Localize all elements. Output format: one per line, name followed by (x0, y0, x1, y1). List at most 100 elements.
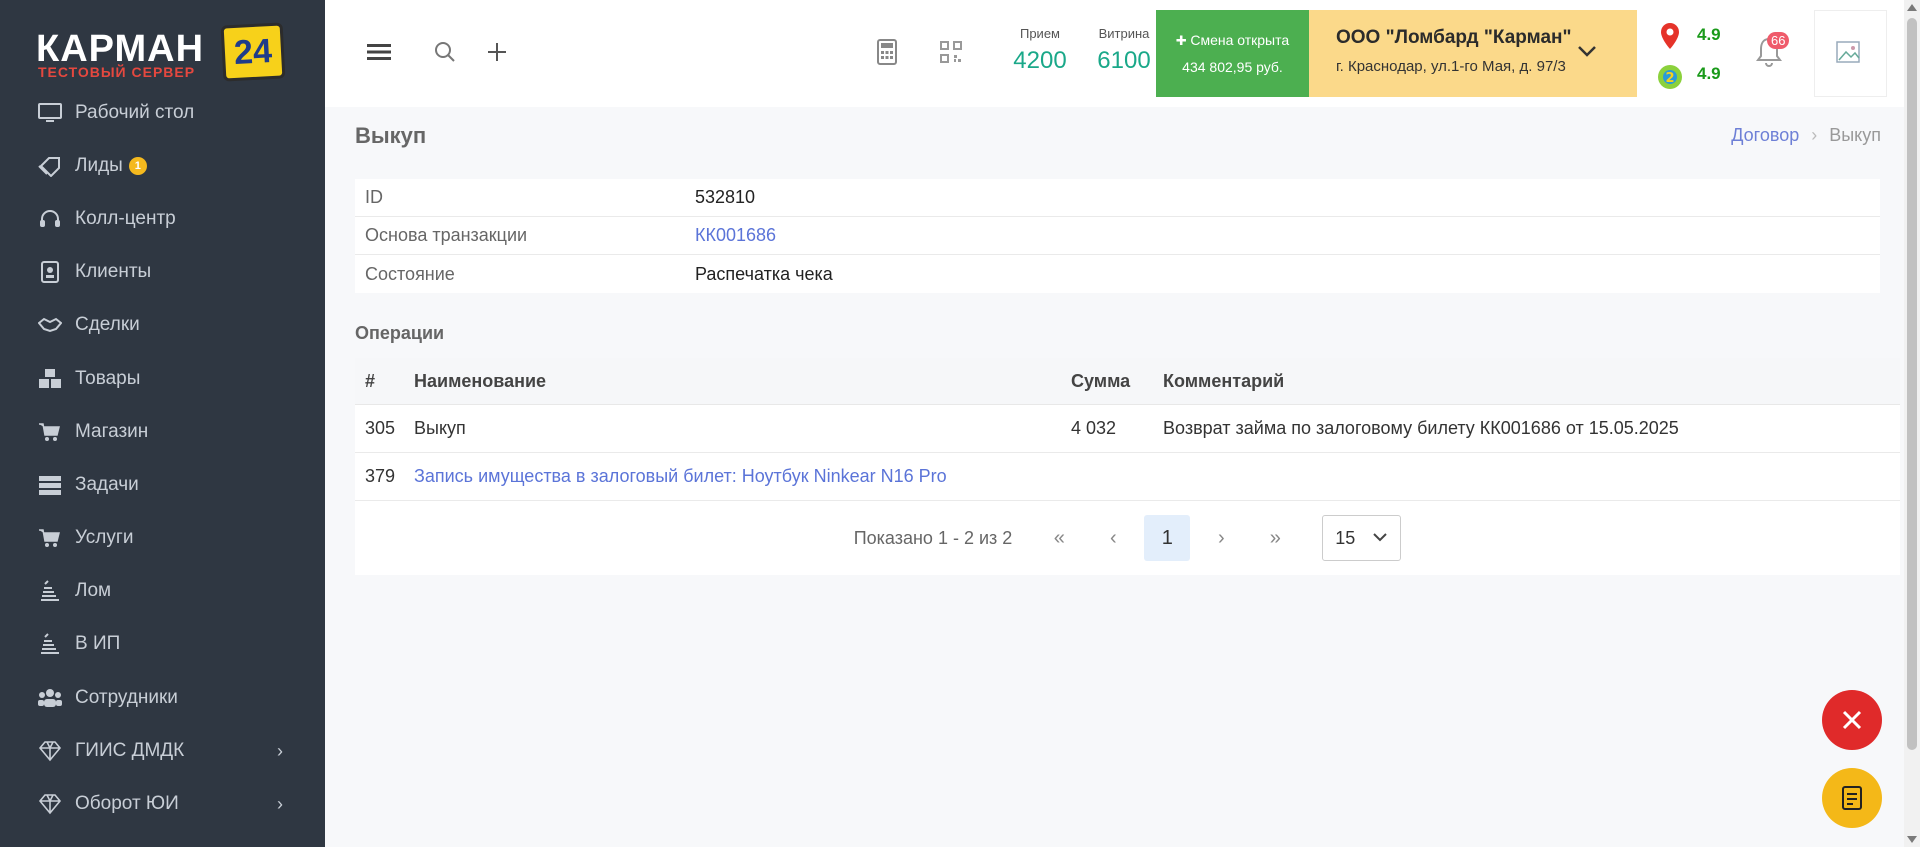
table-header: # Наименование Сумма Комментарий (355, 358, 1900, 405)
chevron-right-icon: › (277, 741, 283, 762)
stat-label: Витрина (1098, 26, 1150, 41)
logo-badge: 24 (220, 22, 286, 82)
sidebar-item-scrap[interactable]: Лом (0, 565, 325, 618)
table-row: 305 Выкуп 4 032 Возврат займа по залогов… (355, 405, 1900, 453)
headset-icon (37, 208, 63, 230)
sidebar-item-label: Сотрудники (75, 686, 178, 708)
operation-link[interactable]: Запись имущества в залоговый билет: Ноут… (414, 466, 1071, 487)
qr-code-icon (940, 41, 962, 63)
sidebar-item-deals[interactable]: Сделки (0, 299, 325, 352)
logo[interactable]: КАРМАН 24 ТЕСТОВЫЙ СЕРВЕР (36, 8, 288, 84)
detail-value: 532810 (695, 187, 756, 207)
review-service-icon: 2 (1658, 65, 1682, 89)
boxes-icon (37, 368, 63, 390)
scrap-icon (37, 633, 63, 655)
scroll-down-icon[interactable] (1907, 836, 1917, 843)
search-button[interactable] (427, 34, 463, 70)
sidebar-item-oborot-yui[interactable]: Оборот ЮИ › (0, 777, 325, 830)
chevron-left-icon: ‹ (1109, 526, 1117, 549)
page-title: Выкуп (355, 123, 427, 148)
tasks-icon (37, 474, 63, 496)
scrap-icon (37, 580, 63, 602)
main-content: Выкуп Договор › Выкуп ID 532810 Основа тра… (325, 107, 1910, 847)
sidebar-item-giis-dmdk[interactable]: ГИИС ДМДК › (0, 724, 325, 777)
sidebar-item-leads[interactable]: Лиды 1 (0, 139, 325, 192)
sidebar-item-tasks[interactable]: Задачи (0, 458, 325, 511)
sidebar-item-label: Клиенты (75, 261, 152, 283)
calculator-button[interactable] (869, 34, 905, 70)
first-page-button[interactable]: « (1036, 515, 1082, 561)
detail-row-basis: Основа транзакции КК001686 (355, 217, 1880, 255)
shift-amount: 434 802,95 руб. (1182, 59, 1283, 75)
scroll-up-icon[interactable] (1907, 4, 1917, 11)
detail-row-id: ID 532810 (355, 179, 1880, 217)
sidebar-item-call-center[interactable]: Колл-центр (0, 192, 325, 245)
rating-primary: 4.9 (1697, 25, 1721, 44)
stat-value: 4200 (1013, 47, 1067, 74)
page-scrollbar[interactable] (1904, 0, 1920, 847)
shift-status-button[interactable]: ✚ Смена открыта 434 802,95 руб. (1156, 10, 1309, 97)
sidebar-item-label: Задачи (75, 473, 139, 495)
top-header: Прием 4200 Витрина 6100 ✚ Смена открыта … (325, 0, 1910, 107)
sidebar-item-label: Лиды (75, 154, 123, 176)
column-header: Сумма (1071, 370, 1131, 391)
detail-row-status: Состояние Распечатка чека (355, 255, 1880, 293)
notifications-count-badge: 66 (1767, 32, 1790, 49)
double-chevron-left-icon: « (1053, 526, 1065, 549)
page-button-current[interactable]: 1 (1144, 515, 1191, 561)
close-fab-button[interactable] (1822, 690, 1882, 750)
transaction-basis-link[interactable]: КК001686 (695, 225, 776, 246)
monitor-icon (37, 102, 63, 124)
stat-intake: Прием 4200 (1003, 26, 1077, 75)
sidebar-item-services[interactable]: Услуги (0, 512, 325, 565)
sidebar-item-label: В ИП (75, 633, 121, 655)
prev-page-button[interactable]: ‹ (1090, 515, 1136, 561)
user-avatar[interactable] (1814, 10, 1887, 97)
sidebar-item-clients[interactable]: Клиенты (0, 246, 325, 299)
notifications-button[interactable]: 66 (1755, 32, 1790, 70)
detail-key: ID (365, 187, 383, 207)
organization-selector[interactable]: ООО "Ломбард "Карман" г. Краснодар, ул.1… (1309, 10, 1637, 97)
double-chevron-right-icon: » (1269, 526, 1281, 549)
breadcrumb: Договор › Выкуп (1731, 125, 1881, 146)
qr-code-button[interactable] (933, 34, 969, 70)
sidebar-item-label: Колл-центр (75, 207, 176, 229)
next-page-button[interactable]: › (1198, 515, 1244, 561)
calculator-icon (877, 39, 897, 65)
menu-toggle-button[interactable] (361, 34, 397, 70)
breadcrumb-current: Выкуп (1829, 125, 1881, 145)
sidebar-item-to-ip[interactable]: В ИП (0, 618, 325, 671)
plus-icon (488, 43, 506, 61)
avatar-placeholder-icon (1835, 40, 1860, 63)
contact-card-icon (37, 261, 63, 284)
sidebar-item-employees[interactable]: Сотрудники (0, 671, 325, 724)
cell-sum: 4 032 (1071, 418, 1117, 438)
sidebar-item-goods[interactable]: Товары (0, 352, 325, 405)
stat-label: Прием (1019, 26, 1060, 41)
transaction-details: ID 532810 Основа транзакции КК001686 Сос… (355, 179, 1880, 293)
sidebar-item-label: Сделки (75, 314, 140, 336)
organization-address: г. Краснодар, ул.1-го Мая, д. 97/3 (1336, 58, 1566, 75)
cell-name: Выкуп (414, 418, 466, 438)
sidebar-item-label: Товары (75, 367, 141, 389)
diamond-icon (37, 740, 63, 762)
breadcrumb-parent-link[interactable]: Договор (1731, 125, 1799, 145)
map-pin-icon (1661, 23, 1679, 49)
add-button[interactable] (479, 34, 515, 70)
page-size-value: 15 (1335, 527, 1356, 548)
scrollbar-thumb[interactable] (1907, 18, 1917, 750)
page-size-select[interactable]: 15 (1322, 515, 1402, 561)
detail-value: Распечатка чека (695, 263, 833, 284)
leads-count-badge: 1 (128, 156, 147, 175)
cell-comment: Возврат займа по залоговому билету КК001… (1163, 418, 1679, 438)
sidebar-nav: Рабочий стол Лиды 1 Колл-центр Клиенты С… (0, 86, 325, 831)
column-header: Комментарий (1163, 370, 1285, 391)
search-icon (435, 42, 455, 62)
last-page-button[interactable]: » (1252, 515, 1298, 561)
notes-fab-button[interactable] (1822, 768, 1882, 828)
sidebar-item-shop[interactable]: Магазин (0, 405, 325, 458)
chevron-down-icon (1373, 533, 1388, 542)
column-header: Наименование (414, 370, 547, 391)
sidebar-item-desktop[interactable]: Рабочий стол (0, 86, 325, 139)
breadcrumb-separator-icon: › (1811, 125, 1818, 145)
